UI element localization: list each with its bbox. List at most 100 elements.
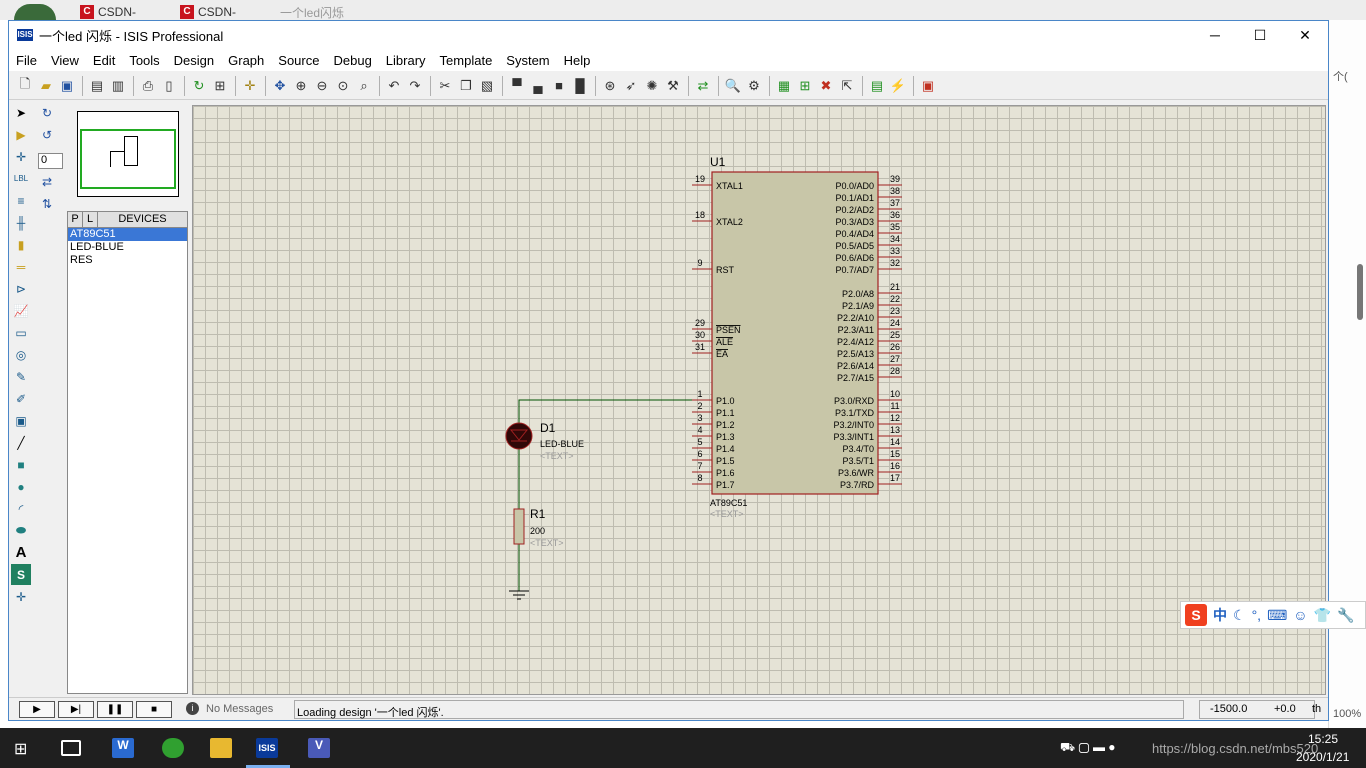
arc-icon[interactable]: ◜ — [11, 498, 31, 519]
menu-source[interactable]: Source — [271, 53, 326, 68]
keil-icon[interactable]: V — [308, 738, 330, 758]
windows-start-icon[interactable]: ⊞ — [14, 739, 32, 758]
device-item[interactable]: RES — [68, 254, 187, 267]
block-copy-icon[interactable]: ▀ — [507, 76, 527, 96]
ground-symbol[interactable] — [509, 590, 529, 600]
remove-sheet-icon[interactable]: ✖ — [816, 76, 836, 96]
rotation-input[interactable]: 0 — [38, 153, 63, 169]
clock-time[interactable]: 15:25 — [1308, 732, 1338, 746]
block-move-icon[interactable]: ▄ — [528, 76, 548, 96]
symbol-icon[interactable]: S — [11, 564, 31, 585]
browser-tab-2[interactable]: C CSDN- — [180, 4, 236, 20]
export-icon[interactable]: ▥ — [108, 76, 128, 96]
ime-mode[interactable]: 中 — [1213, 605, 1227, 625]
stop-button[interactable]: ■ — [136, 701, 172, 718]
bom-icon[interactable]: ▤ — [867, 76, 887, 96]
block-rotate-icon[interactable]: ■ — [549, 76, 569, 96]
property-tool-icon[interactable]: ⚙ — [744, 76, 764, 96]
maximize-button[interactable]: ☐ — [1237, 21, 1283, 49]
cut-icon[interactable]: ✂ — [435, 76, 455, 96]
make-device-icon[interactable]: ➶ — [621, 76, 641, 96]
search-icon[interactable]: 🔍 — [723, 76, 743, 96]
add-sheet-icon[interactable]: ⊞ — [795, 76, 815, 96]
settings-wrench-icon[interactable]: 🔧 — [1337, 607, 1354, 624]
mirror-x-icon[interactable]: ⇄ — [37, 171, 57, 192]
text-script-icon[interactable]: ≡ — [11, 190, 31, 211]
isis-taskbar-icon[interactable]: ISIS — [256, 738, 278, 758]
paste-icon[interactable]: ▧ — [477, 76, 497, 96]
library-manager-button[interactable]: L — [83, 212, 98, 227]
menu-help[interactable]: Help — [557, 53, 598, 68]
import-icon[interactable]: ▤ — [87, 76, 107, 96]
rotate-anticlockwise-icon[interactable]: ↺ — [37, 124, 57, 145]
open-folder-icon[interactable]: ▰ — [36, 76, 56, 96]
file-explorer-icon[interactable] — [210, 738, 232, 758]
erc-icon[interactable]: ⚡ — [888, 76, 908, 96]
minimize-button[interactable]: ─ — [1192, 21, 1238, 49]
origin-icon[interactable]: ✛ — [240, 76, 260, 96]
grid-icon[interactable]: ⊞ — [210, 76, 230, 96]
keyboard-icon[interactable]: ⌨ — [1267, 607, 1287, 624]
generator-icon[interactable]: ◎ — [11, 344, 31, 365]
line-icon[interactable]: ╱ — [11, 432, 31, 453]
clock-date[interactable]: 2020/1/21 — [1296, 750, 1349, 764]
terminals-icon[interactable]: ═ — [11, 256, 31, 277]
virtual-instruments-icon[interactable]: ▣ — [11, 410, 31, 431]
overview-viewport[interactable] — [80, 129, 176, 189]
new-file-icon[interactable]: 🗋 — [15, 76, 35, 96]
bg-scrollbar[interactable] — [1357, 264, 1363, 320]
zoom-all-icon[interactable]: ⊙ — [333, 76, 353, 96]
pause-button[interactable]: ❚❚ — [97, 701, 133, 718]
tray-icons[interactable]: ⛟ ▢ ▬ ● — [1060, 740, 1116, 756]
overview-window[interactable] — [77, 111, 179, 197]
graph-mode-icon[interactable]: 📈 — [11, 300, 31, 321]
skin-icon[interactable]: 👕 — [1314, 607, 1331, 624]
ares-icon[interactable]: ▣ — [918, 76, 938, 96]
tape-recorder-icon[interactable]: ▭ — [11, 322, 31, 343]
close-button[interactable]: ✕ — [1282, 21, 1328, 49]
box-icon[interactable]: ■ — [11, 454, 31, 475]
pick-device-icon[interactable]: ⊛ — [600, 76, 620, 96]
menu-edit[interactable]: Edit — [86, 53, 122, 68]
menu-file[interactable]: File — [9, 53, 44, 68]
marker-icon[interactable]: ✛ — [11, 586, 31, 607]
decompose-icon[interactable]: ⚒ — [663, 76, 683, 96]
zoom-in-icon[interactable]: ⊕ — [291, 76, 311, 96]
wire-label-icon[interactable]: LBL — [11, 168, 31, 189]
pan-icon[interactable]: ✥ — [270, 76, 290, 96]
buses-icon[interactable]: ╫ — [11, 212, 31, 233]
mirror-y-icon[interactable]: ⇅ — [37, 193, 57, 214]
refresh-icon[interactable]: ↻ — [189, 76, 209, 96]
wire-autorouter-icon[interactable]: ⇄ — [693, 76, 713, 96]
exit-sheet-icon[interactable]: ⇱ — [837, 76, 857, 96]
undo-icon[interactable]: ↶ — [384, 76, 404, 96]
step-button[interactable]: ▶| — [58, 701, 94, 718]
packaging-icon[interactable]: ✺ — [642, 76, 662, 96]
rotate-clockwise-icon[interactable]: ↻ — [37, 102, 57, 123]
menu-design[interactable]: Design — [167, 53, 221, 68]
component-mode-icon[interactable]: ▶ — [11, 124, 31, 145]
menu-system[interactable]: System — [499, 53, 556, 68]
subcircuit-icon[interactable]: ▮ — [11, 234, 31, 255]
browser-tab-3[interactable]: 一个led闪烁 — [280, 4, 344, 20]
current-probe-icon[interactable]: ✐ — [11, 388, 31, 409]
save-icon[interactable]: ▣ — [57, 76, 77, 96]
sogou-logo-icon[interactable]: S — [1185, 604, 1207, 626]
browser-360-icon[interactable] — [162, 738, 184, 758]
device-item[interactable]: AT89C51 — [68, 228, 187, 241]
junction-dot-icon[interactable]: ✛ — [11, 146, 31, 167]
browser-tab-1[interactable]: C CSDN- — [80, 4, 136, 20]
new-sheet-icon[interactable]: ▦ — [774, 76, 794, 96]
selection-mode-icon[interactable]: ➤ — [11, 102, 31, 123]
redo-icon[interactable]: ↷ — [405, 76, 425, 96]
schematic-canvas[interactable]: U1 AT89C51 <TEXT> 19 XTAL1 18 XTAL2 9 RST 29 PS… — [192, 105, 1326, 695]
menu-view[interactable]: View — [44, 53, 86, 68]
user-icon[interactable]: ☺ — [1293, 607, 1307, 623]
pick-devices-button[interactable]: P — [68, 212, 83, 227]
zoom-out-icon[interactable]: ⊖ — [312, 76, 332, 96]
led-d1[interactable] — [505, 422, 533, 450]
zoom-area-icon[interactable]: ⌕ — [354, 76, 374, 96]
path-icon[interactable]: ⬬ — [11, 520, 31, 541]
moon-icon[interactable]: ☾ — [1233, 607, 1246, 624]
menu-debug[interactable]: Debug — [326, 53, 378, 68]
